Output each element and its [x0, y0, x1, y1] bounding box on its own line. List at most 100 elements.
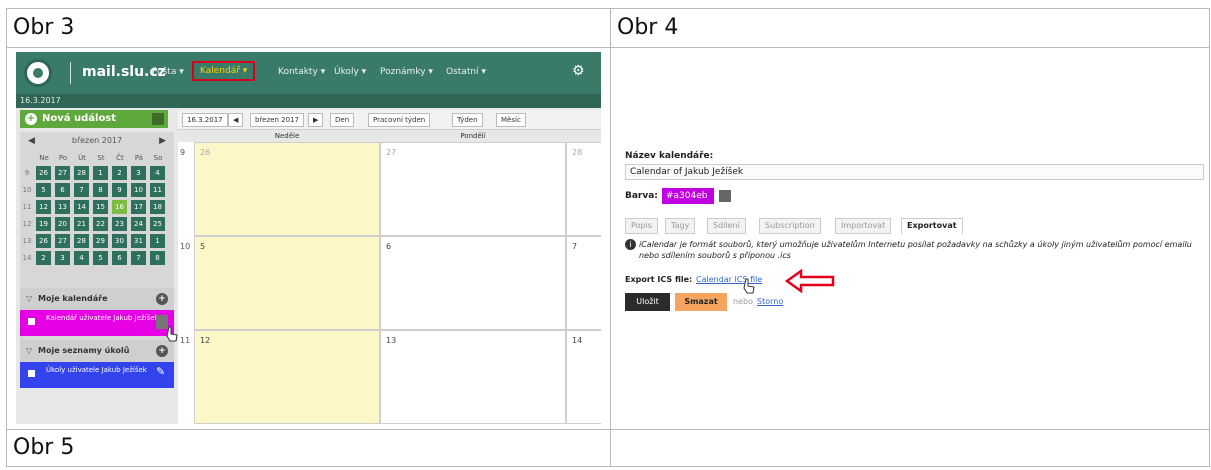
mini-day[interactable]: 11	[150, 183, 165, 197]
day-number: 7	[572, 242, 578, 251]
week-number: 14	[22, 254, 32, 262]
cancel-link[interactable]: Storno	[757, 297, 783, 306]
edit-pencil-icon[interactable]: ✎	[156, 366, 168, 381]
day-cell[interactable]: 7	[566, 236, 601, 330]
mini-day[interactable]: 27	[55, 234, 70, 248]
mini-day[interactable]: 26	[36, 166, 51, 180]
collapse-icon[interactable]: ▽	[26, 340, 32, 362]
day-cell[interactable]: 27	[380, 142, 566, 236]
tab-export[interactable]: Exportovat	[901, 218, 963, 234]
mini-day[interactable]: 3	[131, 166, 146, 180]
tab-tags[interactable]: Tagy	[665, 218, 696, 234]
toolbar-date[interactable]: 16.3.2017	[182, 113, 228, 127]
view-workweek-button[interactable]: Pracovní týden	[368, 113, 431, 127]
day-cell[interactable]: 13	[380, 330, 566, 424]
my-calendars-header: ▽ Moje kalendáře +	[20, 288, 174, 310]
view-week-button[interactable]: Týden	[452, 113, 483, 127]
mini-day[interactable]: 13	[55, 200, 70, 214]
mini-day[interactable]: 30	[112, 234, 127, 248]
weekday-label: Pá	[134, 154, 144, 162]
mini-day[interactable]: 12	[36, 200, 51, 214]
mini-day[interactable]: 6	[112, 251, 127, 265]
mini-day[interactable]: 8	[93, 183, 108, 197]
mini-day[interactable]: 25	[150, 217, 165, 231]
mini-day[interactable]: 2	[112, 166, 127, 180]
mini-day[interactable]: 31	[131, 234, 146, 248]
color-swatch[interactable]: #a304eb	[662, 188, 714, 204]
day-cell[interactable]: 12	[194, 330, 380, 424]
mini-day[interactable]: 21	[74, 217, 89, 231]
mini-day[interactable]: 19	[36, 217, 51, 231]
fig4-screenshot: Název kalendáře: Calendar of Jakub Ježíš…	[625, 151, 1205, 336]
calendar-item[interactable]: Kalendář uživatele Jakub Ježíšek	[20, 310, 174, 336]
menu-other[interactable]: Ostatní ▾	[446, 67, 486, 77]
menu-notes[interactable]: Poznámky ▾	[380, 67, 433, 77]
mini-day[interactable]: 22	[93, 217, 108, 231]
week-number: 9	[24, 169, 30, 177]
mini-day[interactable]: 10	[131, 183, 146, 197]
calendar-name-input[interactable]: Calendar of Jakub Ježíšek	[625, 164, 1204, 180]
mini-day[interactable]: 3	[55, 251, 70, 265]
mini-day[interactable]: 1	[150, 234, 165, 248]
day-cell[interactable]: 26	[194, 142, 380, 236]
mini-day[interactable]: 18	[150, 200, 165, 214]
tab-description[interactable]: Popis	[625, 218, 658, 234]
tab-import[interactable]: Importovat	[835, 218, 892, 234]
new-event-label: Nová událost	[42, 113, 117, 124]
tasks-item[interactable]: Úkoly uživatele Jakub Ježíšek ✎	[20, 362, 174, 388]
mini-day[interactable]: 4	[150, 166, 165, 180]
mini-day[interactable]: 7	[74, 183, 89, 197]
mini-day[interactable]: 5	[93, 251, 108, 265]
mini-day[interactable]: 4	[74, 251, 89, 265]
save-button[interactable]: Uložit	[625, 293, 670, 311]
mini-day[interactable]: 28	[74, 166, 89, 180]
mini-day[interactable]: 26	[36, 234, 51, 248]
mini-day[interactable]: 5	[36, 183, 51, 197]
new-event-button[interactable]: + Nová událost	[20, 110, 168, 128]
mini-day[interactable]: 9	[112, 183, 127, 197]
mini-day[interactable]: 27	[55, 166, 70, 180]
collapse-icon[interactable]: ▽	[26, 288, 32, 310]
day-cell[interactable]: 6	[380, 236, 566, 330]
day-cell[interactable]: 5	[194, 236, 380, 330]
day-number: 5	[200, 242, 206, 251]
weekday-label: St	[97, 154, 105, 162]
gear-icon[interactable]: ⚙	[572, 63, 585, 79]
mini-day[interactable]: 17	[131, 200, 146, 214]
mini-day[interactable]: 6	[55, 183, 70, 197]
menu-calendar[interactable]: Kalendář ▾	[192, 61, 256, 81]
mini-day[interactable]: 28	[74, 234, 89, 248]
day-cell[interactable]: 28	[566, 142, 601, 236]
checkbox-icon[interactable]	[28, 370, 35, 377]
next-icon[interactable]: ▶	[308, 113, 324, 127]
menu-contacts[interactable]: Kontakty ▾	[278, 67, 325, 77]
mini-day[interactable]: 29	[93, 234, 108, 248]
color-picker-icon[interactable]	[719, 190, 731, 202]
mini-day[interactable]: 24	[131, 217, 146, 231]
tab-subscription[interactable]: Subscription	[759, 218, 821, 234]
add-tasklist-icon[interactable]: +	[156, 345, 168, 357]
mini-day[interactable]: 15	[93, 200, 108, 214]
mini-day[interactable]: 1	[93, 166, 108, 180]
mini-day[interactable]: 16	[112, 200, 127, 214]
mini-day[interactable]: 7	[131, 251, 146, 265]
day-cell[interactable]: 14	[566, 330, 601, 424]
menu-mail[interactable]: Pošta ▾	[152, 67, 184, 77]
empty-cell	[610, 429, 1210, 467]
mini-day[interactable]: 23	[112, 217, 127, 231]
add-calendar-icon[interactable]: +	[156, 293, 168, 305]
view-day-button[interactable]: Den	[330, 113, 355, 127]
mini-day[interactable]: 2	[36, 251, 51, 265]
toolbar-month[interactable]: březen 2017	[250, 113, 304, 127]
mini-day[interactable]: 14	[74, 200, 89, 214]
mini-day[interactable]: 8	[150, 251, 165, 265]
menu-tasks[interactable]: Úkoly ▾	[334, 67, 366, 77]
mini-day[interactable]: 20	[55, 217, 70, 231]
delete-button[interactable]: Smazat	[675, 293, 727, 311]
next-month-icon[interactable]: ▶	[159, 136, 166, 146]
weekday-label: Út	[78, 154, 86, 162]
tab-sharing[interactable]: Sdílení	[707, 218, 746, 234]
view-month-button[interactable]: Měsíc	[496, 113, 526, 127]
checkbox-icon[interactable]	[28, 318, 35, 325]
prev-icon[interactable]: ◀	[228, 113, 244, 127]
